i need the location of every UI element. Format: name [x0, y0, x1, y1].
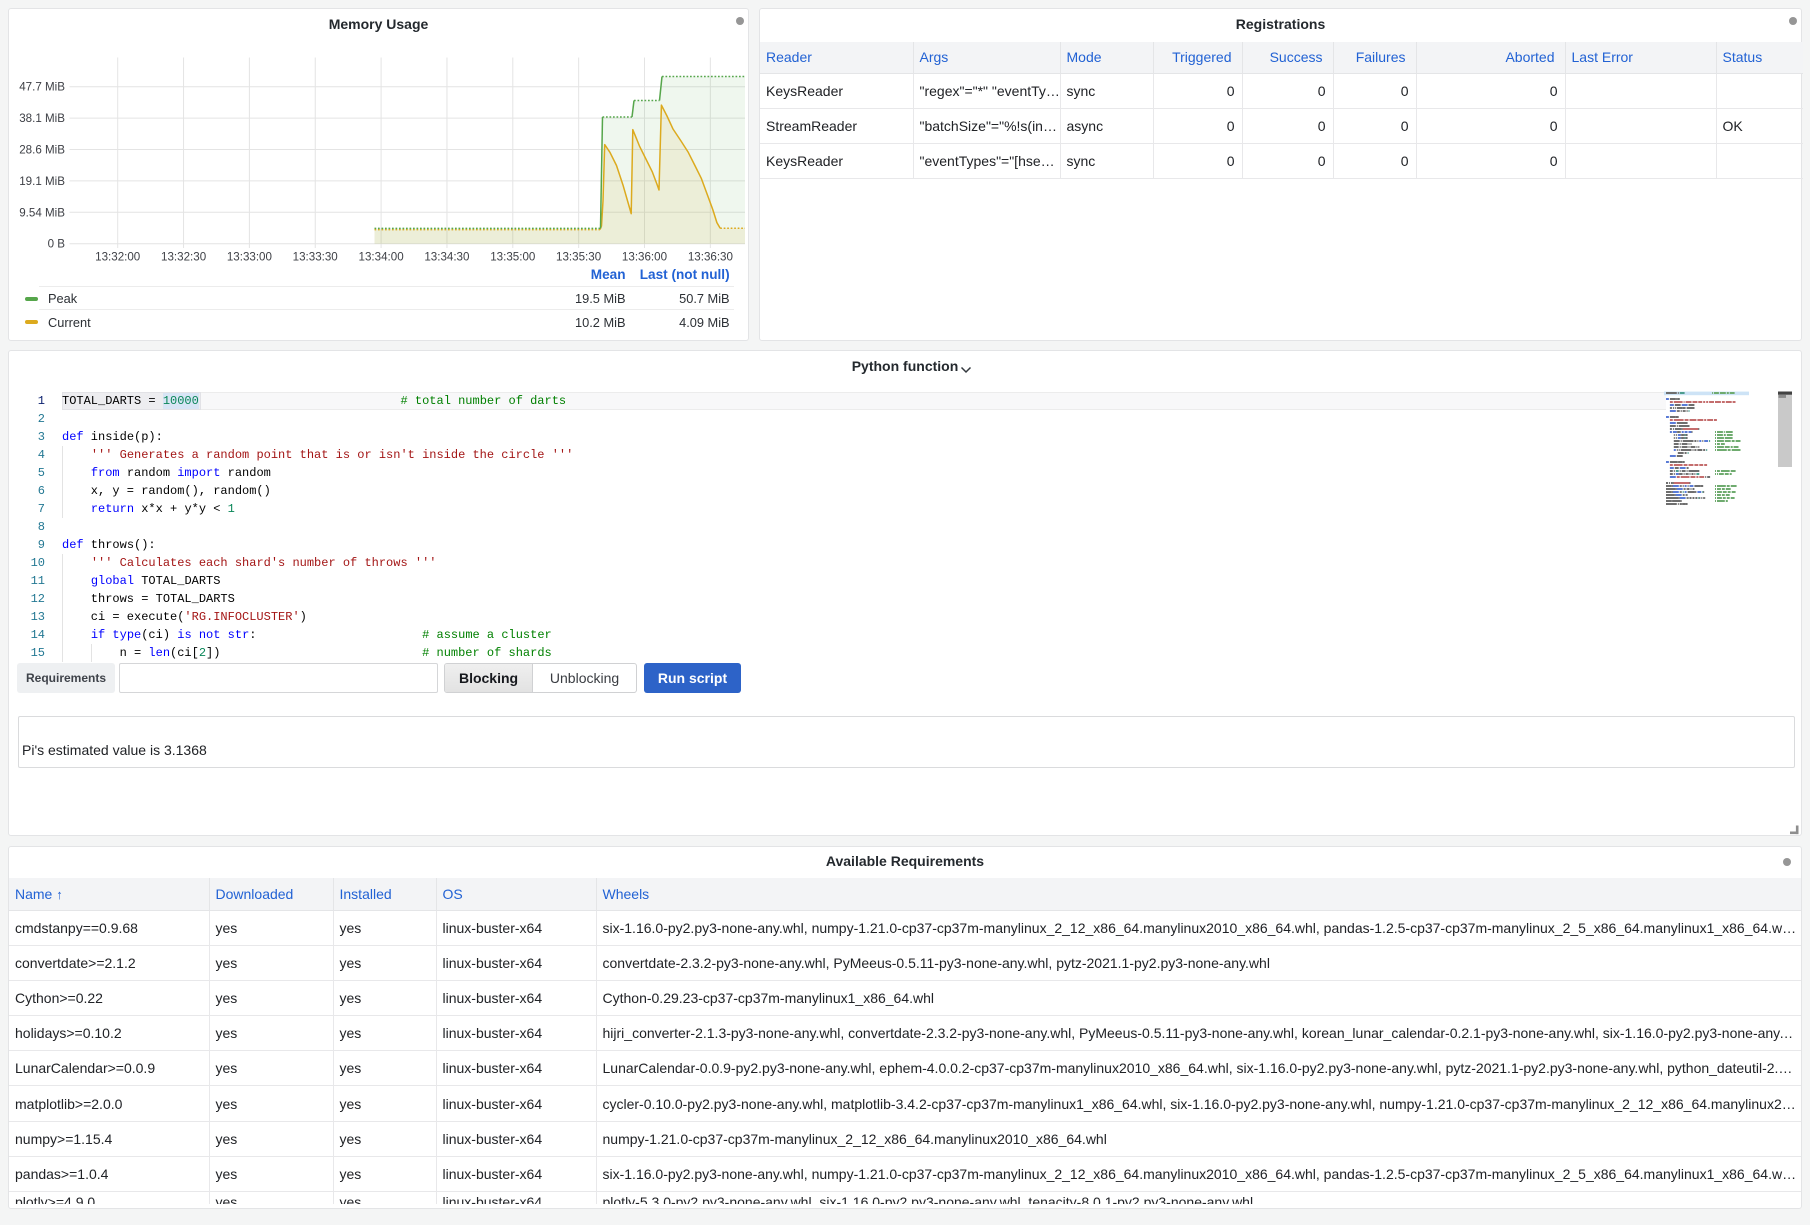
svg-text:9.54 MiB: 9.54 MiB: [19, 206, 65, 219]
svg-text:13:32:00: 13:32:00: [95, 251, 140, 264]
svg-text:47.7 MiB: 47.7 MiB: [19, 81, 65, 94]
svg-text:13:34:30: 13:34:30: [424, 251, 469, 264]
svg-text:13:36:00: 13:36:00: [622, 251, 667, 264]
svg-text:13:34:00: 13:34:00: [359, 251, 404, 264]
svg-text:13:32:30: 13:32:30: [161, 251, 206, 264]
svg-text:13:33:30: 13:33:30: [293, 251, 338, 264]
svg-text:38.1 MiB: 38.1 MiB: [19, 112, 65, 125]
svg-text:13:36:30: 13:36:30: [688, 251, 733, 264]
svg-text:13:35:00: 13:35:00: [490, 251, 535, 264]
svg-text:0 B: 0 B: [48, 238, 66, 251]
svg-text:13:35:30: 13:35:30: [556, 251, 601, 264]
svg-text:13:33:00: 13:33:00: [227, 251, 272, 264]
svg-text:28.6 MiB: 28.6 MiB: [19, 144, 65, 157]
svg-text:19.1 MiB: 19.1 MiB: [19, 175, 65, 188]
